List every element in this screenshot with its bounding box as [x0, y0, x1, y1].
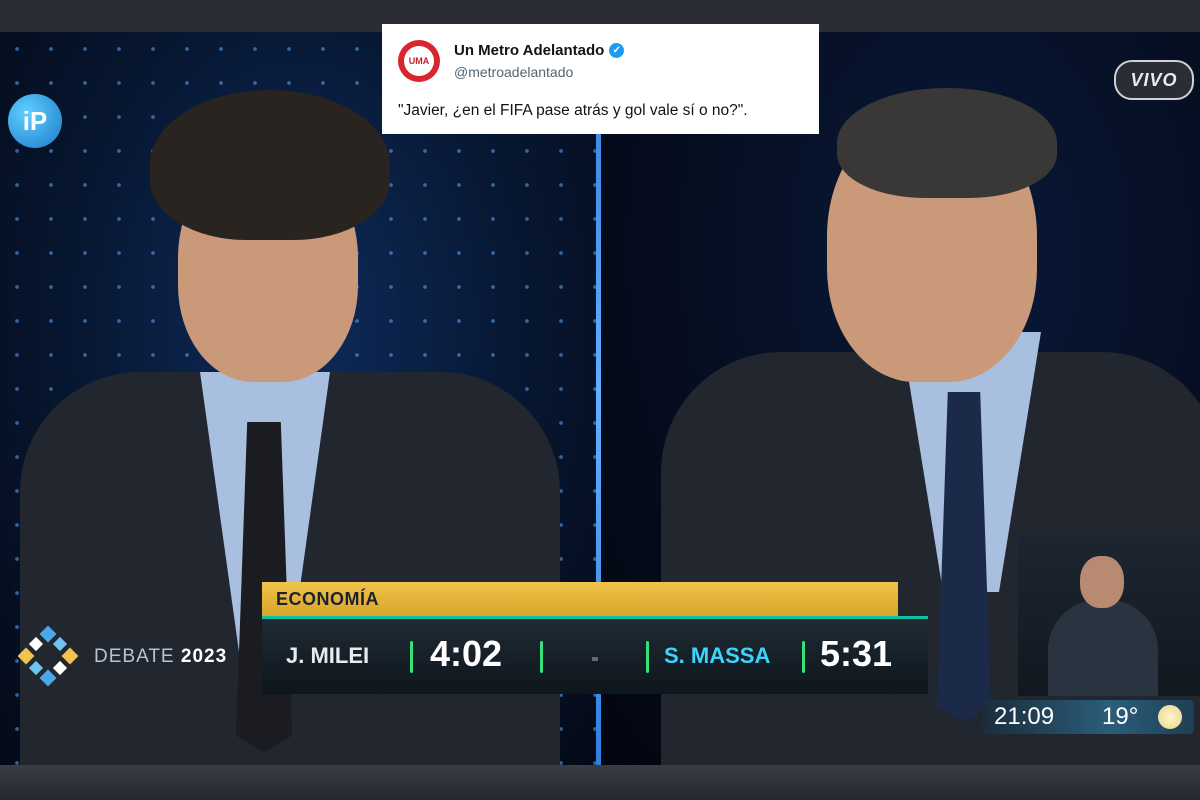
scoreboard-separator — [592, 657, 598, 661]
right-speaker-hair — [837, 88, 1057, 198]
tweet-avatar-logo: UMA — [404, 46, 434, 76]
candidate-2-name: S. MASSA — [664, 643, 771, 668]
channel-logo: iP — [8, 94, 62, 148]
candidate-1-marker — [410, 641, 413, 673]
video-frame: iP VIVO UMA Un Metro Adelantado ✓ @metro… — [0, 0, 1200, 800]
time-scoreboard: J. MILEI 4:02 S. MASSA 5:31 — [262, 616, 928, 694]
clock-weather-bar: 21:09 19° — [982, 700, 1194, 734]
candidate-1-name: J. MILEI — [286, 643, 370, 668]
sign-language-interpreter-head — [1080, 556, 1124, 608]
topic-bar: ECONOMÍA — [262, 582, 898, 616]
sun-icon — [1158, 705, 1182, 729]
debate-year: 2023 — [180, 646, 228, 667]
bottom-letterbox — [0, 765, 1200, 800]
candidate-1-time: 4:02 — [430, 633, 503, 674]
candidate-1-marker-end — [540, 641, 543, 673]
candidate-2-time: 5:31 — [820, 633, 893, 674]
tweet-card: UMA Un Metro Adelantado ✓ @metroadelanta… — [382, 24, 819, 134]
debate-word: DEBATE — [94, 646, 175, 667]
temperature: 19° — [1102, 703, 1139, 730]
candidate-2-divider — [802, 641, 805, 673]
sign-language-interpreter-body — [1048, 600, 1158, 696]
live-badge: VIVO — [1114, 60, 1194, 100]
tweet-author-label: Un Metro Adelantado — [454, 42, 605, 59]
tweet-author-name: Un Metro Adelantado ✓ — [454, 42, 625, 59]
debate-logo-icon — [18, 626, 78, 686]
candidate-2-marker — [646, 641, 649, 673]
topic-label: ECONOMÍA — [276, 589, 379, 609]
tweet-text: "Javier, ¿en el FIFA pase atrás y gol va… — [398, 102, 748, 119]
tweet-handle: @metroadelantado — [454, 64, 574, 80]
left-speaker-hair — [150, 90, 390, 240]
tweet-avatar: UMA — [398, 40, 440, 82]
debate-title: DEBATE 2023 — [94, 646, 227, 668]
verified-badge-icon: ✓ — [609, 43, 625, 58]
clock-time: 21:09 — [994, 703, 1055, 730]
